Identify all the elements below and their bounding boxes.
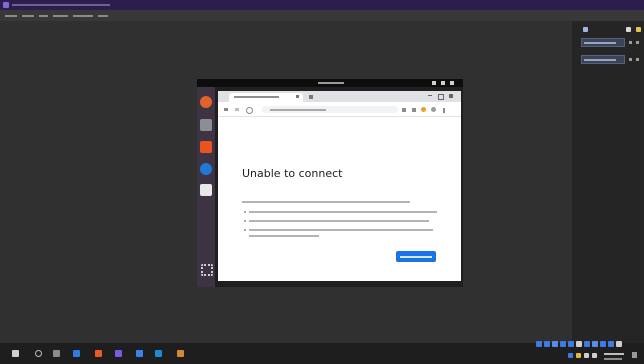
tray-icon[interactable]: [600, 341, 606, 347]
error-bullet: [249, 220, 429, 222]
panel-field-label: [584, 59, 616, 61]
panel-toggle-icon[interactable]: [629, 58, 632, 61]
try-again-label: [400, 256, 432, 258]
app-icon[interactable]: [177, 350, 184, 357]
tray-icon[interactable]: [568, 341, 574, 347]
tray-icon[interactable]: [552, 341, 558, 347]
network-icon[interactable]: [432, 81, 436, 85]
bookmark-icon[interactable]: [412, 108, 416, 112]
tray-icon[interactable]: [584, 341, 590, 347]
error-title: Unable to connect: [242, 167, 343, 180]
taskbar-clock[interactable]: [604, 353, 624, 355]
panel-icon[interactable]: [636, 27, 641, 32]
app-icon[interactable]: [136, 350, 143, 357]
power-icon[interactable]: [450, 81, 454, 85]
bullet-icon: [244, 220, 246, 222]
tray-icon[interactable]: [608, 341, 614, 347]
error-bullet: [249, 229, 433, 231]
tray-icon[interactable]: [576, 341, 582, 347]
panel-toggle-icon[interactable]: [629, 41, 632, 44]
right-panel: [572, 21, 644, 343]
wifi-icon[interactable]: [584, 353, 589, 358]
menu-item[interactable]: [53, 15, 68, 17]
profile-icon[interactable]: [431, 107, 436, 112]
bullet-icon: [244, 229, 246, 231]
tray-icon[interactable]: [568, 353, 573, 358]
app-icon[interactable]: [155, 350, 162, 357]
error-message: [242, 201, 410, 203]
start-icon[interactable]: [12, 350, 19, 357]
app-logo-icon: [3, 2, 9, 8]
menu-item[interactable]: [73, 15, 93, 17]
notification-icon[interactable]: [632, 352, 637, 358]
taskbar-date[interactable]: [604, 358, 622, 360]
menu-item[interactable]: [5, 15, 17, 17]
share-icon[interactable]: [402, 108, 406, 112]
error-bullet: [249, 211, 437, 213]
reload-icon[interactable]: [246, 107, 253, 114]
apps-grid-icon[interactable]: [201, 264, 213, 276]
app-icon[interactable]: [115, 350, 122, 357]
new-tab-icon[interactable]: [309, 95, 313, 99]
close-icon[interactable]: [449, 94, 453, 98]
maximize-icon[interactable]: [438, 94, 444, 100]
minimize-icon[interactable]: [428, 95, 432, 96]
tray-icon[interactable]: [576, 353, 581, 358]
menu-icon[interactable]: [443, 108, 445, 113]
volume-icon[interactable]: [592, 353, 597, 358]
files-icon[interactable]: [200, 119, 212, 131]
menu-bar: [0, 10, 644, 21]
software-icon[interactable]: [200, 141, 212, 153]
tab-title: [234, 96, 279, 98]
writer-icon[interactable]: [200, 184, 212, 196]
panel-toggle-icon[interactable]: [636, 58, 639, 61]
panel-field-label: [584, 42, 616, 44]
search-icon[interactable]: [35, 350, 42, 357]
volume-icon[interactable]: [441, 81, 445, 85]
firefox-icon[interactable]: [200, 96, 212, 108]
window-title: [12, 4, 110, 6]
error-bullet-continuation: [249, 235, 319, 237]
bullet-icon: [244, 211, 246, 213]
explorer-icon[interactable]: [73, 350, 80, 357]
panel-icon[interactable]: [583, 27, 588, 32]
close-tab-icon[interactable]: [296, 95, 299, 98]
back-icon[interactable]: [224, 108, 228, 111]
forward-icon[interactable]: [235, 108, 239, 111]
panel-toggle-icon[interactable]: [636, 41, 639, 44]
app-icon[interactable]: [95, 350, 102, 357]
tray-icon[interactable]: [592, 341, 598, 347]
tray-icon[interactable]: [544, 341, 550, 347]
extension-icon[interactable]: [421, 107, 426, 112]
panel-icon[interactable]: [626, 27, 631, 32]
thunderbird-icon[interactable]: [200, 163, 212, 175]
menu-item[interactable]: [39, 15, 48, 17]
tray-icon[interactable]: [560, 341, 566, 347]
menu-item[interactable]: [22, 15, 34, 17]
menu-item[interactable]: [98, 15, 108, 17]
tray-icon[interactable]: [616, 341, 622, 347]
address-text: [270, 109, 326, 111]
tray-icon[interactable]: [536, 341, 542, 347]
taskview-icon[interactable]: [53, 350, 60, 357]
vm-clock: [318, 82, 344, 84]
